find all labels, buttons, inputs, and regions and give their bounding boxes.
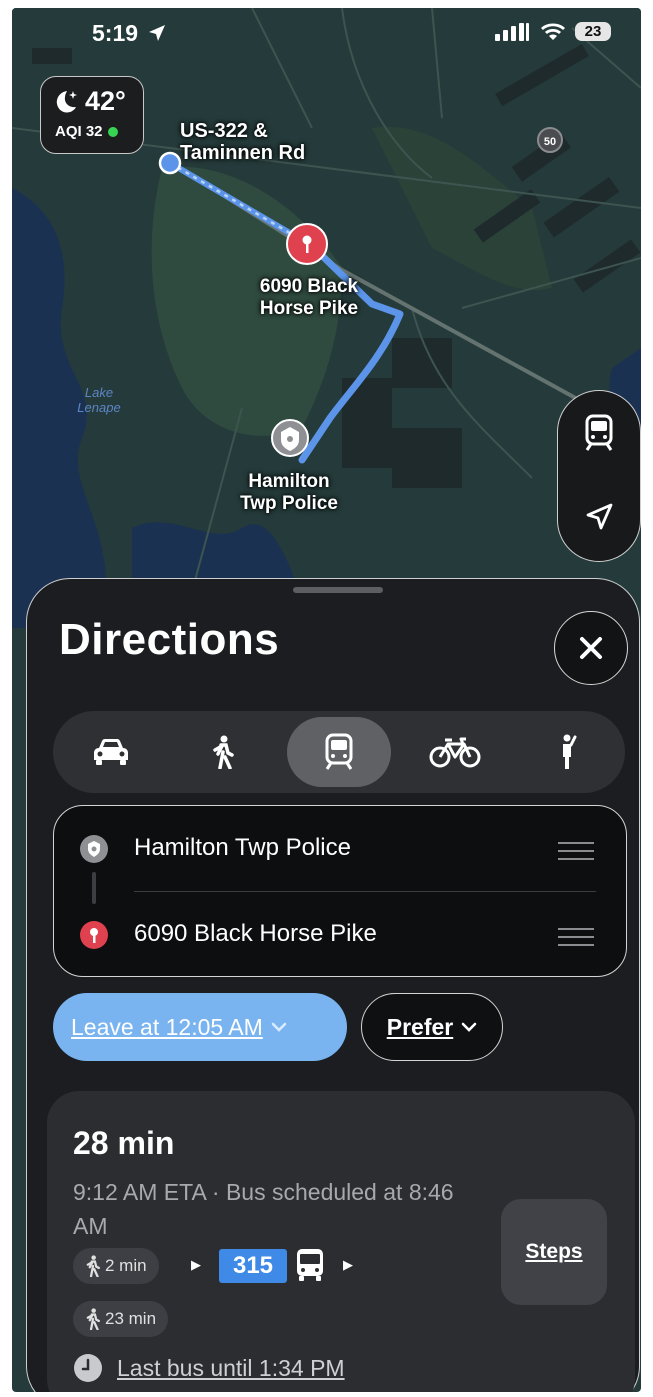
police-badge-icon <box>80 835 108 863</box>
bicycle-icon <box>429 737 481 768</box>
current-location-button[interactable] <box>579 497 619 537</box>
page-title: Directions <box>59 615 280 664</box>
route-from-row[interactable]: Hamilton Twp Police <box>54 820 626 880</box>
mode-walk[interactable] <box>171 717 275 787</box>
mode-cycle[interactable] <box>403 717 507 787</box>
moon-stars-icon <box>56 91 77 113</box>
person-hailing-icon <box>563 734 577 769</box>
directions-sheet: Directions Hamilton Twp Police 6090 Blac… <box>26 578 640 1392</box>
iphone-screen: 50 US-322 & Taminnen Rd 6090 Black Horse… <box>12 8 641 1392</box>
walk-duration-2: 23 min <box>105 1309 157 1328</box>
route-result-card[interactable]: 28 min 9:12 AM ETA · Bus scheduled at 8:… <box>47 1091 635 1392</box>
steps-button[interactable]: Steps <box>501 1199 607 1305</box>
wifi-icon <box>541 23 565 40</box>
location-arrow-icon <box>149 25 166 41</box>
transit-map-button[interactable] <box>579 413 619 453</box>
destination-pin-icon[interactable] <box>286 223 328 265</box>
chevron-down-icon <box>461 1022 477 1032</box>
route-shield-label: 50 <box>544 136 556 148</box>
mode-rideshare[interactable] <box>515 717 619 787</box>
map-controls <box>557 390 641 562</box>
prefer-button[interactable]: Prefer <box>361 993 503 1061</box>
bus-route-badge: 315 <box>219 1249 287 1283</box>
close-icon <box>580 637 602 659</box>
route-from-text: Hamilton Twp Police <box>134 834 351 861</box>
battery-level: 23 <box>575 22 611 41</box>
route-to-text: 6090 Black Horse Pike <box>134 920 377 947</box>
route-endpoints-card: Hamilton Twp Police 6090 Black Horse Pik… <box>53 805 627 977</box>
close-button[interactable] <box>554 611 628 685</box>
leave-time-button[interactable]: Leave at 12:05 AM <box>53 993 347 1061</box>
route-connector <box>92 872 96 904</box>
walking-icon <box>86 1308 100 1330</box>
mode-transit[interactable] <box>287 717 391 787</box>
status-time: 5:19 <box>92 20 166 47</box>
chevron-down-icon <box>271 1022 287 1032</box>
walk-segment-chip: 23 min <box>73 1301 169 1337</box>
walking-icon <box>86 1255 100 1277</box>
car-icon <box>94 739 128 765</box>
steps-label: Steps <box>525 1240 583 1263</box>
map-label-origin-stop: US-322 & Taminnen Rd <box>180 120 306 164</box>
tram-icon <box>585 414 613 451</box>
walk-segment-chip: 2 min <box>73 1248 159 1284</box>
route-eta: 9:12 AM ETA · Bus scheduled at 8:46 AM <box>73 1179 454 1239</box>
train-icon <box>325 733 353 770</box>
location-arrow-outline-icon <box>586 503 613 530</box>
last-bus-info[interactable]: Last bus until 1:34 PM <box>73 1353 345 1383</box>
bus-icon <box>297 1249 323 1281</box>
origin-dot[interactable] <box>158 151 182 175</box>
route-to-row[interactable]: 6090 Black Horse Pike <box>54 906 626 966</box>
aqi-status-dot <box>107 126 118 137</box>
reorder-handle-icon[interactable] <box>558 842 594 866</box>
segment-arrow-icon: ▶ <box>191 1257 201 1272</box>
cellular-signal-icon <box>495 22 529 41</box>
status-time-text: 5:19 <box>92 20 139 46</box>
aqi-indicator: AQI 32 <box>55 123 118 140</box>
police-marker-icon[interactable] <box>271 419 309 457</box>
last-bus-text: Last bus until 1:34 PM <box>117 1354 345 1381</box>
route-divider <box>134 891 596 892</box>
sheet-grabber[interactable] <box>293 587 383 593</box>
map-label-destination: 6090 Black Horse Pike <box>259 276 359 319</box>
map-label-lake: Lake Lenape <box>77 385 121 415</box>
status-bar: 5:19 23 <box>12 8 641 60</box>
prefer-label: Prefer <box>386 1013 454 1040</box>
route-duration: 28 min <box>73 1125 175 1161</box>
map-label-police: Hamilton Twp Police <box>240 471 338 514</box>
weather-widget[interactable]: 42° AQI 32 <box>40 76 144 154</box>
destination-pin-small-icon <box>80 921 108 949</box>
temperature: 42° <box>85 86 126 116</box>
mode-drive[interactable] <box>59 717 163 787</box>
aqi-label: AQI 32 <box>55 123 103 140</box>
reorder-handle-icon[interactable] <box>558 928 594 952</box>
transport-mode-selector <box>53 711 625 793</box>
leave-time-label: Leave at 12:05 AM <box>71 1013 263 1040</box>
walk-duration-1: 2 min <box>105 1256 147 1275</box>
clock-icon <box>74 1354 102 1382</box>
walking-icon <box>213 735 234 769</box>
segment-arrow-icon: ▶ <box>343 1257 353 1272</box>
